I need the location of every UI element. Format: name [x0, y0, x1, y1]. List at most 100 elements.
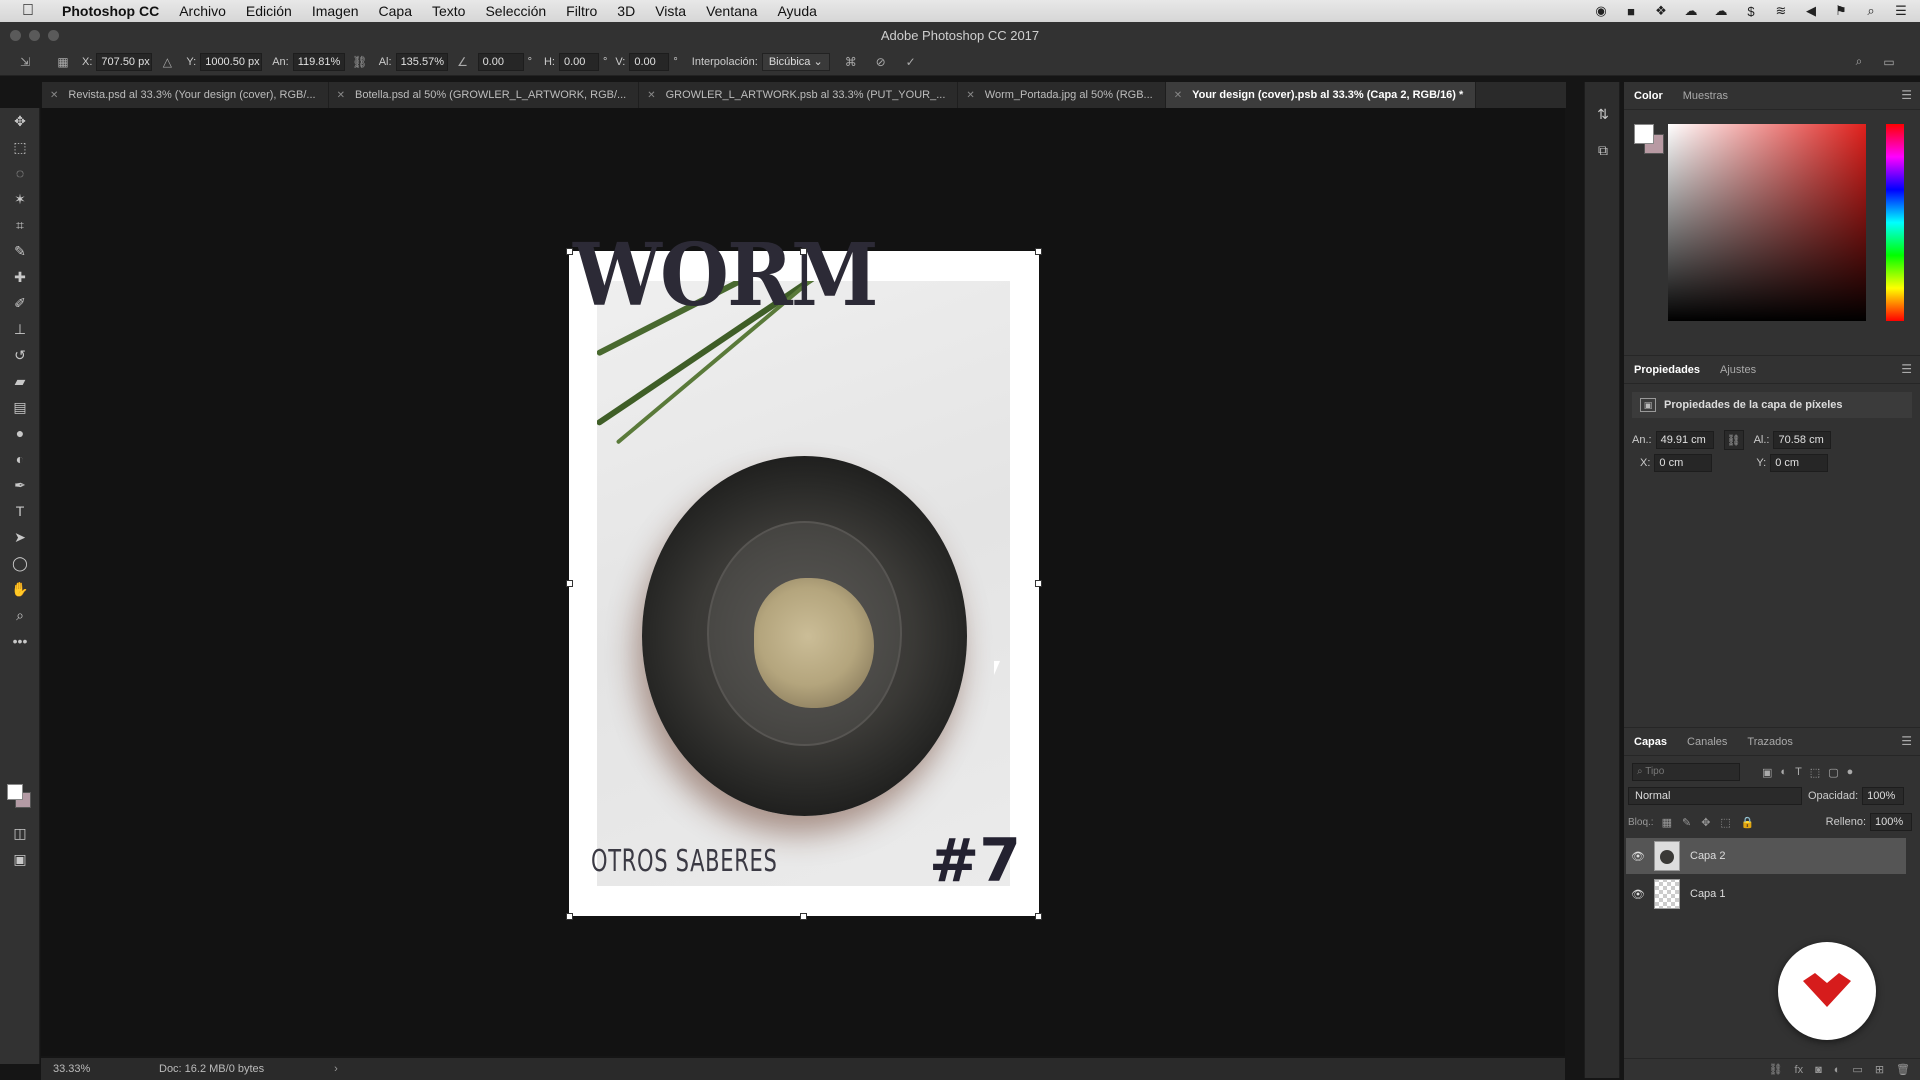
blend-mode-select[interactable]: Normal — [1628, 787, 1802, 805]
dropbox-icon[interactable]: ❖ — [1652, 3, 1670, 19]
cancel-transform-icon[interactable]: ⊘ — [870, 52, 892, 72]
hue-slider[interactable] — [1886, 124, 1904, 321]
marquee-tool-icon[interactable]: ⬚ — [0, 134, 40, 160]
lock-artboard-icon[interactable]: ⬚ — [1720, 816, 1730, 829]
reference-point-icon[interactable]: ▦ — [52, 52, 74, 72]
menu-seleccion[interactable]: Selección — [475, 0, 556, 22]
angle-field[interactable]: 0.00 — [477, 52, 524, 71]
warp-icon[interactable]: ⌘ — [840, 52, 862, 72]
close-tab-icon[interactable]: ✕ — [1174, 90, 1182, 101]
tab-botella[interactable]: ✕ Botella.psd al 50% (GROWLER_L_ARTWORK, … — [329, 82, 640, 108]
menu-app[interactable]: Photoshop CC — [54, 0, 169, 22]
height-field[interactable]: 70.58 cm — [1773, 431, 1832, 449]
close-window-button[interactable] — [10, 30, 21, 41]
commit-transform-icon[interactable]: ✓ — [900, 52, 922, 72]
path-selection-tool-icon[interactable]: ➤ — [0, 524, 40, 550]
x-field[interactable]: 0 cm — [1654, 454, 1713, 472]
width-field[interactable]: 49.91 cm — [1655, 431, 1714, 449]
menu-edicion[interactable]: Edición — [236, 0, 302, 22]
search-icon[interactable]: ⌕ — [1848, 52, 1870, 72]
transform-tool-icon[interactable]: ⇲ — [14, 52, 36, 72]
history-brush-tool-icon[interactable]: ↺ — [0, 342, 40, 368]
tab-your-design[interactable]: ✕ Your design (cover).psb al 33.3% (Capa … — [1165, 82, 1477, 108]
link-layers-icon[interactable]: ⛓ — [1769, 1063, 1783, 1076]
interpolation-select[interactable]: Bicúbica ⌄ — [761, 52, 830, 71]
dodge-tool-icon[interactable]: ◐ — [0, 446, 40, 472]
new-layer-icon[interactable]: ⊞ — [1875, 1063, 1884, 1076]
menu-ayuda[interactable]: Ayuda — [767, 0, 826, 22]
y-field[interactable]: 1000.50 px — [200, 52, 263, 71]
link-icon[interactable]: ⛓ — [349, 52, 371, 72]
magic-wand-tool-icon[interactable]: ✶ — [0, 186, 40, 212]
tab-capas[interactable]: Capas — [1624, 728, 1677, 756]
tab-trazados[interactable]: Trazados — [1737, 728, 1802, 756]
zoom-level[interactable]: 33.33% — [53, 1063, 133, 1075]
brush-tool-icon[interactable]: ✐ — [0, 290, 40, 316]
ellipse-tool-icon[interactable]: ◯ — [0, 550, 40, 576]
close-tab-icon[interactable]: ✕ — [647, 90, 655, 101]
panel-menu-icon[interactable]: ☰ — [1901, 734, 1912, 748]
link-dimensions-icon[interactable]: ⛓ — [1723, 430, 1744, 450]
lasso-tool-icon[interactable]: ◌ — [0, 160, 40, 186]
menu-capa[interactable]: Capa — [369, 0, 422, 22]
menu-3d[interactable]: 3D — [607, 0, 645, 22]
close-tab-icon[interactable]: ✕ — [50, 90, 58, 101]
layer-style-icon[interactable]: fx — [1795, 1064, 1804, 1076]
lock-position-icon[interactable]: ✥ — [1701, 816, 1710, 829]
lock-all-icon[interactable]: 🔒 — [1741, 816, 1755, 829]
hskew-field[interactable]: 0.00 — [558, 52, 599, 71]
panel-menu-icon[interactable]: ☰ — [1901, 362, 1912, 376]
transform-handle-bottom[interactable] — [800, 913, 807, 920]
eyedropper-tool-icon[interactable]: ✎ — [0, 238, 40, 264]
layer-row[interactable]: 👁 Capa 2 — [1626, 838, 1906, 874]
hand-tool-icon[interactable]: ✋ — [0, 576, 40, 602]
tab-color[interactable]: Color — [1624, 82, 1673, 110]
status-menu-arrow[interactable]: › — [334, 1063, 338, 1075]
color-picker-field[interactable] — [1668, 124, 1866, 321]
canvas-area[interactable]: WORM OTROS SABERES #7 — [41, 108, 1565, 1056]
menu-imagen[interactable]: Imagen — [302, 0, 369, 22]
screen-mode-icon[interactable]: ▣ — [0, 846, 40, 872]
wifi-icon[interactable]: ≋ — [1772, 3, 1790, 19]
workspace-icon[interactable]: ▭ — [1878, 52, 1900, 72]
document-canvas[interactable]: WORM OTROS SABERES #7 — [569, 233, 1039, 916]
close-tab-icon[interactable]: ✕ — [337, 90, 345, 101]
tab-ajustes[interactable]: Ajustes — [1710, 356, 1766, 384]
visibility-eye-icon[interactable]: 👁 — [1626, 850, 1650, 863]
width-field[interactable]: 119.81% — [292, 52, 345, 71]
add-mask-icon[interactable]: ◙ — [1815, 1064, 1822, 1076]
foreground-color-swatch[interactable] — [7, 784, 23, 800]
height-field[interactable]: 135.57% — [395, 52, 448, 71]
filter-shape-icon[interactable]: ⬚ — [1810, 766, 1820, 779]
volume-icon[interactable]: ◀ — [1802, 3, 1820, 19]
menu-texto[interactable]: Texto — [422, 0, 475, 22]
filter-smart-object-icon[interactable]: ▢ — [1828, 766, 1838, 779]
menu-ventana[interactable]: Ventana — [696, 0, 767, 22]
foreground-color-swatch[interactable] — [1634, 124, 1654, 144]
transform-handle-tl[interactable] — [566, 248, 573, 255]
eraser-tool-icon[interactable]: ▰ — [0, 368, 40, 394]
x-field[interactable]: 707.50 px — [96, 52, 153, 71]
quick-mask-icon[interactable]: ◫ — [0, 820, 40, 846]
layer-row[interactable]: 👁 Capa 1 — [1626, 876, 1906, 912]
transform-handle-top[interactable] — [800, 248, 807, 255]
app-badge-icon[interactable]: ■ — [1622, 3, 1640, 19]
search-icon[interactable]: ⌕ — [1862, 3, 1880, 19]
transform-handle-tr[interactable] — [1035, 248, 1042, 255]
delete-layer-icon[interactable]: 🗑 — [1896, 1063, 1910, 1076]
panel-menu-icon[interactable]: ☰ — [1901, 88, 1912, 102]
filter-adjustment-icon[interactable]: ◐ — [1780, 766, 1787, 779]
lock-image-icon[interactable]: ✎ — [1682, 816, 1691, 829]
maximize-window-button[interactable] — [48, 30, 59, 41]
gradient-tool-icon[interactable]: ▤ — [0, 394, 40, 420]
stamp-tool-icon[interactable]: ⊥ — [0, 316, 40, 342]
visibility-eye-icon[interactable]: 👁 — [1626, 888, 1650, 901]
opacity-field[interactable]: 100% — [1862, 787, 1905, 805]
tab-worm-portada[interactable]: ✕ Worm_Portada.jpg al 50% (RGB... — [958, 82, 1166, 108]
blur-tool-icon[interactable]: ● — [0, 420, 40, 446]
transform-handle-br[interactable] — [1035, 913, 1042, 920]
type-tool-icon[interactable]: T — [0, 498, 40, 524]
transform-handle-right[interactable] — [1035, 580, 1042, 587]
tab-revista[interactable]: ✕ Revista.psd al 33.3% (Your design (cove… — [42, 82, 329, 108]
layer-filter-select[interactable]: ⌕ Tipo — [1632, 763, 1740, 781]
